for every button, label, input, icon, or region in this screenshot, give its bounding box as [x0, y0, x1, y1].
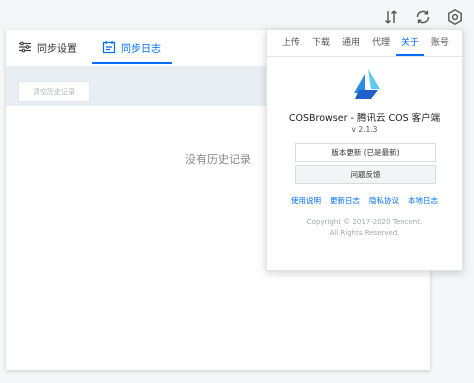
- about-links: 使用说明 更新日志 隐私协议 本地日志: [267, 195, 462, 206]
- clear-history-button[interactable]: 清空历史记录: [18, 81, 90, 102]
- settings-popover: 上传 下载 通用 代理 关于 账号 COSBrowser - 腾讯云 COS 客…: [266, 29, 463, 271]
- tab-about[interactable]: 关于: [396, 30, 424, 56]
- link-user-guide[interactable]: 使用说明: [291, 195, 321, 206]
- tab-sync-settings[interactable]: 同步设置: [18, 30, 77, 64]
- cosbrowser-logo: [351, 68, 381, 100]
- calendar-icon: [102, 40, 116, 54]
- tab-sync-log-label: 同步日志: [121, 43, 161, 55]
- link-privacy[interactable]: 隐私协议: [369, 195, 399, 206]
- settings-icon[interactable]: [446, 8, 464, 26]
- active-tab-indicator: [92, 62, 172, 64]
- tab-upload[interactable]: 上传: [277, 30, 305, 56]
- tab-account[interactable]: 账号: [426, 30, 454, 56]
- link-local-log[interactable]: 本地日志: [408, 195, 438, 206]
- copyright-line-1: Copyright © 2017-2020 Tencent.: [306, 218, 423, 226]
- app-name: COSBrowser - 腾讯云 COS 客户端: [288, 113, 441, 124]
- settings-tabs: 上传 下载 通用 代理 关于 账号: [267, 30, 462, 57]
- tab-proxy[interactable]: 代理: [367, 30, 395, 56]
- tab-sync-settings-label: 同步设置: [37, 43, 77, 55]
- feedback-button[interactable]: 问题反馈: [295, 165, 436, 184]
- sliders-icon: [18, 40, 32, 54]
- link-changelog[interactable]: 更新日志: [330, 195, 360, 206]
- sort-arrows-icon[interactable]: [382, 8, 400, 26]
- copyright: Copyright © 2017-2020 Tencent. All Right…: [267, 217, 462, 239]
- refresh-icon[interactable]: [414, 8, 432, 26]
- tab-download[interactable]: 下载: [307, 30, 335, 56]
- empty-state-label: 没有历史记录: [185, 153, 251, 166]
- copyright-line-2: All Rights Reserved.: [329, 229, 400, 237]
- check-update-button[interactable]: 版本更新 (已是最新): [295, 143, 436, 162]
- app-version: v 2.1.3: [351, 125, 378, 134]
- tab-sync-log[interactable]: 同步日志: [102, 30, 161, 64]
- tab-general[interactable]: 通用: [337, 30, 365, 56]
